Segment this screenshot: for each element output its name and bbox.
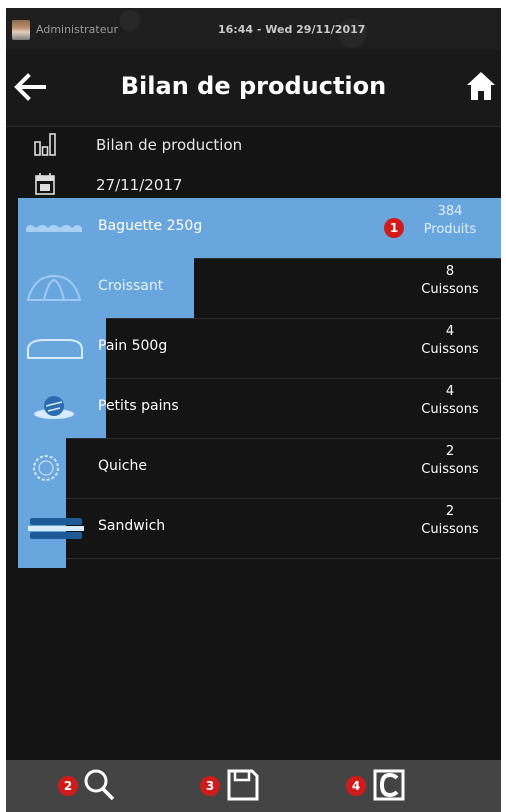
product-name: Quiche [98,458,147,474]
sandwich-icon [28,518,84,539]
product-count: 4 Cuissons [405,323,495,359]
report-info-row: Bilan de production [6,128,501,162]
product-count: 384 Produits [405,203,495,239]
product-name: Croissant [98,278,164,294]
list-item[interactable]: Quiche 2 Cuissons [18,438,501,499]
product-count: 8 Cuissons [405,263,495,299]
list-item[interactable]: Petits pains 4 Cuissons [18,378,501,439]
baguette-icon [26,225,82,232]
count-unit: Cuissons [421,402,479,417]
bread-icon [27,339,83,359]
callout-badge-1: 1 [384,218,404,238]
count-value: 2 [445,444,455,459]
callout-badge-2: 2 [58,776,78,796]
calendar-icon [35,173,55,195]
device-screen: Administrateur 16:44 - Wed 29/11/2017 Bi… [6,8,501,812]
count-value: 384 [437,204,463,219]
product-count: 2 Cuissons [405,503,495,539]
clear-icon [373,769,405,801]
search-button[interactable] [82,768,116,802]
home-icon [467,72,495,100]
count-unit: Cuissons [421,522,479,537]
product-count: 4 Cuissons [405,383,495,419]
save-icon [227,769,259,801]
search-icon [84,769,115,801]
list-item[interactable]: Sandwich 2 Cuissons [18,498,501,568]
status-datetime: 16:44 - Wed 29/11/2017 [218,23,366,36]
count-value: 4 [445,324,455,339]
count-unit: Cuissons [421,342,479,357]
list-item[interactable]: Baguette 250g 1 384 Produits [18,198,501,259]
date-info-row: 27/11/2017 [6,168,501,202]
title-bar: Bilan de production [6,50,501,127]
bottom-toolbar: 2 3 4 [6,760,501,812]
count-value: 8 [445,264,455,279]
count-value: 2 [445,504,455,519]
list-item[interactable]: Croissant 8 Cuissons [18,258,501,319]
product-name: Sandwich [98,518,166,534]
status-bar: Administrateur 16:44 - Wed 29/11/2017 [6,8,501,50]
rolls-icon [34,396,74,419]
avatar [12,20,30,40]
user-name: Administrateur [36,23,118,36]
report-label: Bilan de production [96,136,243,154]
croissant-icon [26,274,82,301]
count-unit: Produits [423,222,477,237]
count-unit: Cuissons [421,282,479,297]
product-name: Petits pains [98,398,179,414]
count-value: 4 [445,384,455,399]
callout-badge-4: 4 [346,776,366,796]
page-title: Bilan de production [120,72,387,100]
bar-chart-icon [34,133,56,156]
list-item[interactable]: Pain 500g 4 Cuissons [18,318,501,379]
callout-badge-3: 3 [200,776,220,796]
report-date: 27/11/2017 [96,176,183,194]
product-count: 2 Cuissons [405,443,495,479]
quiche-icon [33,455,59,481]
home-button[interactable] [465,70,497,102]
save-button[interactable] [226,768,260,802]
product-name: Pain 500g [98,338,168,354]
product-name: Baguette 250g [98,218,203,234]
clear-button[interactable] [372,768,406,802]
count-unit: Cuissons [421,462,479,477]
